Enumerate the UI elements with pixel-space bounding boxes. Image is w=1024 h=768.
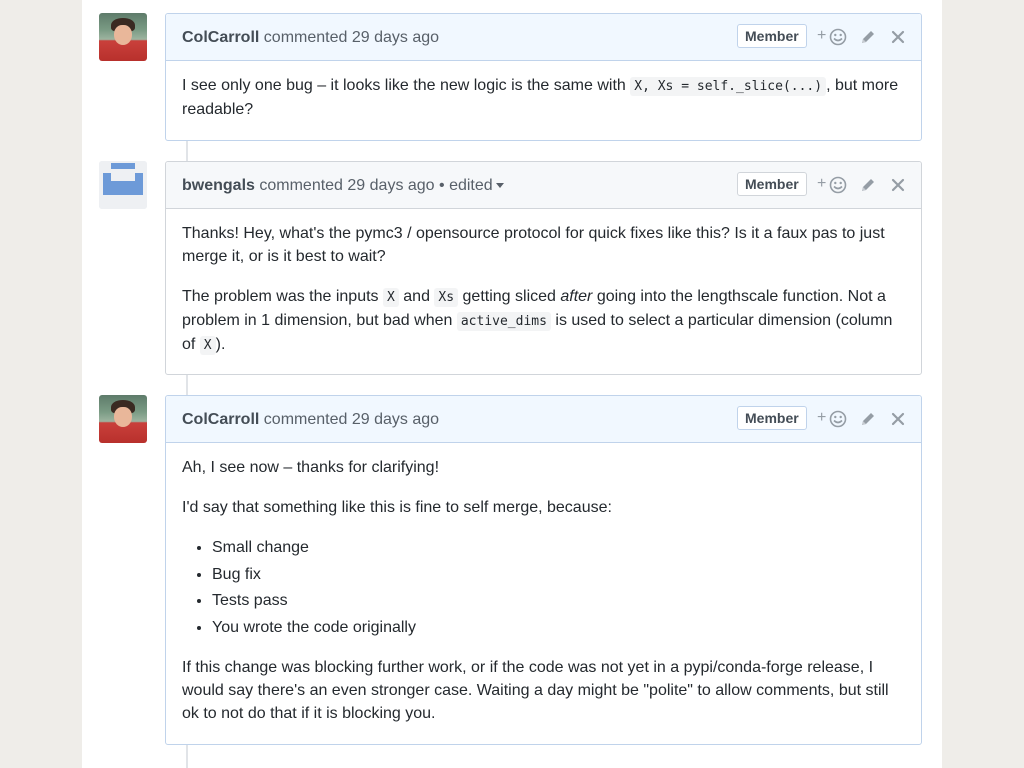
comment-header: ColCarroll commented 29 days ago Member … bbox=[166, 14, 921, 61]
comment-paragraph: I'd say that something like this is fine… bbox=[182, 499, 612, 516]
smiley-icon bbox=[829, 176, 847, 194]
smiley-icon bbox=[829, 410, 847, 428]
list-item: You wrote the code originally bbox=[212, 616, 905, 639]
edited-dropdown[interactable]: • edited bbox=[439, 177, 504, 194]
edit-button[interactable] bbox=[859, 408, 883, 430]
avatar[interactable] bbox=[99, 395, 147, 443]
comment-box: bwengals commented 29 days ago • edited … bbox=[165, 161, 922, 375]
member-badge: Member bbox=[737, 172, 807, 196]
delete-button[interactable] bbox=[889, 26, 913, 48]
delete-button[interactable] bbox=[889, 174, 913, 196]
comment-author[interactable]: bwengals bbox=[182, 177, 255, 194]
timeline-connector bbox=[186, 744, 188, 768]
caret-down-icon bbox=[495, 183, 504, 189]
edit-button[interactable] bbox=[859, 26, 883, 48]
add-reaction-button[interactable]: + bbox=[817, 174, 847, 196]
timeline-connector bbox=[186, 140, 188, 162]
comment-paragraph: Ah, I see now – thanks for clarifying! bbox=[182, 459, 440, 476]
comment-paragraph: Thanks! Hey, what's the pymc3 / opensour… bbox=[182, 225, 885, 265]
comment-timestamp[interactable]: commented 29 days ago bbox=[264, 29, 439, 46]
member-badge: Member bbox=[737, 406, 807, 430]
close-icon bbox=[891, 412, 905, 426]
timeline-connector bbox=[186, 374, 188, 396]
inline-code: Xs bbox=[434, 288, 459, 307]
smiley-icon bbox=[829, 28, 847, 46]
pencil-icon bbox=[862, 179, 874, 191]
comment-timestamp[interactable]: commented 29 days ago bbox=[264, 411, 439, 428]
list-item: Bug fix bbox=[212, 563, 905, 586]
inline-code: X bbox=[199, 336, 216, 355]
avatar[interactable] bbox=[99, 161, 147, 209]
close-icon bbox=[891, 178, 905, 192]
member-badge: Member bbox=[737, 24, 807, 48]
comment-paragraph: If this change was blocking further work… bbox=[182, 658, 889, 722]
pencil-icon bbox=[862, 31, 874, 43]
comment-body: I see only one bug – it looks like the n… bbox=[182, 77, 899, 118]
add-reaction-button[interactable]: + bbox=[817, 26, 847, 48]
comment-body: Thanks! Hey, what's the pymc3 / opensour… bbox=[166, 209, 921, 371]
comment-header: bwengals commented 29 days ago • edited … bbox=[166, 162, 921, 209]
comment-paragraph: The problem was the inputs X and Xs gett… bbox=[182, 288, 893, 355]
bullet-list: Small change Bug fix Tests pass You wrot… bbox=[182, 536, 905, 639]
comment-box: ColCarroll commented 29 days ago Member … bbox=[165, 395, 922, 745]
delete-button[interactable] bbox=[889, 408, 913, 430]
inline-code: active_dims bbox=[456, 312, 551, 331]
comment-author[interactable]: ColCarroll bbox=[182, 29, 259, 46]
close-icon bbox=[891, 30, 905, 44]
comment-header: ColCarroll commented 29 days ago Member … bbox=[166, 396, 921, 443]
comment-timestamp[interactable]: commented 29 days ago bbox=[259, 177, 434, 194]
list-item: Small change bbox=[212, 536, 905, 559]
list-item: Tests pass bbox=[212, 589, 905, 612]
edit-button[interactable] bbox=[859, 174, 883, 196]
comment-box: ColCarroll commented 29 days ago Member … bbox=[165, 13, 922, 141]
pencil-icon bbox=[862, 413, 874, 425]
comment-body: Ah, I see now – thanks for clarifying! I… bbox=[166, 443, 921, 739]
avatar[interactable] bbox=[99, 13, 147, 61]
comment-author[interactable]: ColCarroll bbox=[182, 411, 259, 428]
conversation-sheet: ColCarroll commented 29 days ago Member … bbox=[82, 0, 942, 768]
inline-code: X, Xs = self._slice(...) bbox=[630, 77, 827, 96]
add-reaction-button[interactable]: + bbox=[817, 408, 847, 430]
inline-code: X bbox=[383, 288, 399, 307]
